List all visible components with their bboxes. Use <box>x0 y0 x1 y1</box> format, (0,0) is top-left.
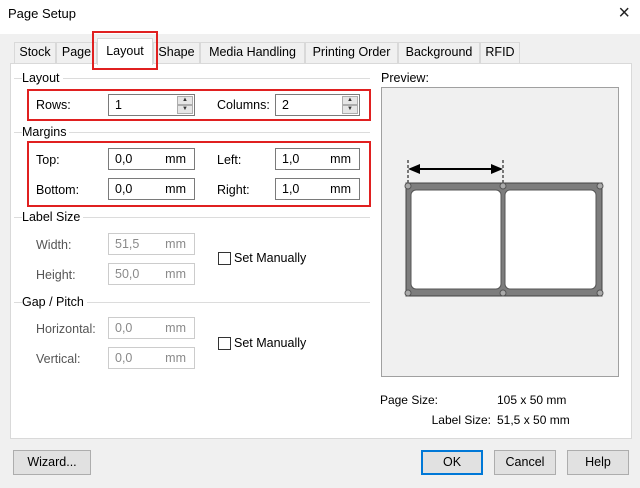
right-label: Right: <box>217 183 250 197</box>
rows-label: Rows: <box>36 98 71 112</box>
height-label: Height: <box>36 268 76 282</box>
tab-media-handling[interactable]: Media Handling <box>200 42 305 63</box>
label-size-set-manually-checkbox[interactable] <box>218 252 231 265</box>
margins-group-title: Margins <box>22 125 70 139</box>
spin-up-icon[interactable]: ▲ <box>177 96 193 105</box>
label-width-value: 51,5 <box>115 237 140 251</box>
top-label: Top: <box>36 153 60 167</box>
preview-area <box>381 87 619 377</box>
bottom-label: Bottom: <box>36 183 80 197</box>
label-size-info-label: Label Size: <box>431 413 491 427</box>
window-title: Page Setup <box>8 6 76 21</box>
top-margin-field[interactable]: 0,0 mm <box>108 148 195 170</box>
bottom-margin-value: 0,0 <box>115 182 133 196</box>
cancel-button[interactable]: Cancel <box>494 450 556 475</box>
columns-spinner[interactable]: ▲ ▼ <box>342 96 358 114</box>
unit-label: mm <box>165 267 186 281</box>
left-margin-value: 1,0 <box>282 152 300 166</box>
unit-label: mm <box>330 182 351 196</box>
left-margin-field[interactable]: 1,0 mm <box>275 148 360 170</box>
label-height-field: 50,0 mm <box>108 263 195 285</box>
unit-label: mm <box>165 152 186 166</box>
horizontal-gap-value: 0,0 <box>115 321 133 335</box>
label-size-set-manually-label: Set Manually <box>234 251 307 265</box>
page-size-value: 105 x 50 mm <box>497 393 567 407</box>
layout-group-line <box>14 78 370 79</box>
gap-set-manually-label: Set Manually <box>234 336 307 350</box>
gap-group-title: Gap / Pitch <box>22 295 87 309</box>
ok-button[interactable]: OK <box>421 450 483 475</box>
rows-spinner[interactable]: ▲ ▼ <box>177 96 193 114</box>
unit-label: mm <box>330 152 351 166</box>
layout-group-title: Layout <box>22 71 63 85</box>
width-label: Width: <box>36 238 72 252</box>
label-height-value: 50,0 <box>115 267 140 281</box>
page-size-label: Page Size: <box>379 393 438 407</box>
tab-rfid[interactable]: RFID <box>480 42 520 63</box>
tab-stock[interactable]: Stock <box>14 42 56 63</box>
tab-background[interactable]: Background <box>398 42 480 63</box>
unit-label: mm <box>165 321 186 335</box>
spin-up-icon[interactable]: ▲ <box>342 96 358 105</box>
left-label: Left: <box>217 153 242 167</box>
columns-value: 2 <box>282 98 289 112</box>
wizard-button[interactable]: Wizard... <box>13 450 91 475</box>
columns-stepper[interactable]: 2 ▲ ▼ <box>275 94 360 116</box>
label-size-group-title: Label Size <box>22 210 84 224</box>
vertical-gap-value: 0,0 <box>115 351 133 365</box>
preview-title: Preview: <box>381 71 429 85</box>
tab-printing-order[interactable]: Printing Order <box>305 42 398 63</box>
label-layout-preview <box>404 160 604 297</box>
horizontal-gap-field: 0,0 mm <box>108 317 195 339</box>
help-button[interactable]: Help <box>567 450 629 475</box>
tab-page[interactable]: Page <box>56 42 97 63</box>
unit-label: mm <box>165 182 186 196</box>
horizontal-label: Horizontal: <box>36 322 96 336</box>
label-width-field: 51,5 mm <box>108 233 195 255</box>
rows-stepper[interactable]: 1 ▲ ▼ <box>108 94 195 116</box>
label-size-info-value: 51,5 x 50 mm <box>497 413 570 427</box>
tab-shape[interactable]: Shape <box>153 42 200 63</box>
vertical-label: Vertical: <box>36 352 81 366</box>
spin-down-icon[interactable]: ▼ <box>342 105 358 114</box>
vertical-gap-field: 0,0 mm <box>108 347 195 369</box>
right-margin-field[interactable]: 1,0 mm <box>275 178 360 200</box>
top-margin-value: 0,0 <box>115 152 133 166</box>
bottom-margin-field[interactable]: 0,0 mm <box>108 178 195 200</box>
tab-layout[interactable]: Layout <box>97 38 153 65</box>
rows-value: 1 <box>115 98 122 112</box>
columns-label: Columns: <box>217 98 270 112</box>
unit-label: mm <box>165 351 186 365</box>
close-icon[interactable]: × <box>618 2 630 24</box>
right-margin-value: 1,0 <box>282 182 300 196</box>
unit-label: mm <box>165 237 186 251</box>
spin-down-icon[interactable]: ▼ <box>177 105 193 114</box>
gap-set-manually-checkbox[interactable] <box>218 337 231 350</box>
